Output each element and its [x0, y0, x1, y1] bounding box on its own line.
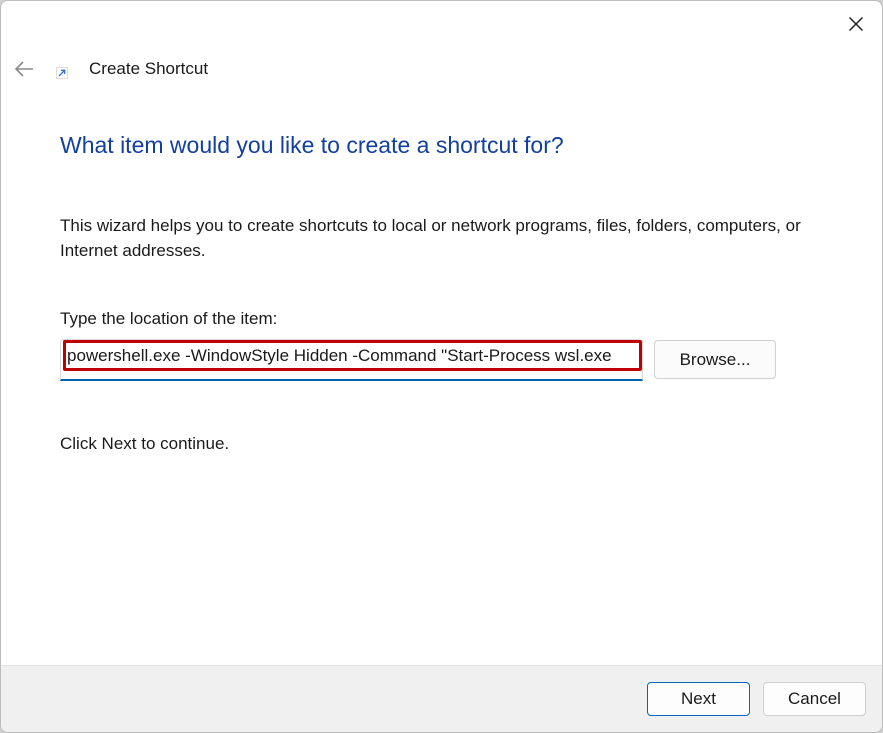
- wizard-title: Create Shortcut: [89, 59, 209, 78]
- browse-button[interactable]: Browse...: [654, 340, 776, 379]
- close-button[interactable]: [830, 1, 882, 47]
- dialog-footer: Next Cancel: [1, 665, 882, 732]
- continue-instruction: Click Next to continue.: [60, 434, 230, 453]
- page-heading: What item would you like to create a sho…: [60, 132, 564, 158]
- shortcut-arrow-icon: [56, 67, 68, 79]
- cancel-button[interactable]: Cancel: [763, 682, 866, 716]
- location-input[interactable]: [67, 342, 635, 369]
- location-field[interactable]: [60, 339, 643, 381]
- close-icon: [849, 17, 863, 31]
- wizard-nav-row: Create Shortcut: [1, 49, 882, 91]
- title-bar: [1, 1, 882, 47]
- back-arrow-icon: [14, 61, 33, 77]
- create-shortcut-dialog: Create Shortcut What item would you like…: [0, 0, 883, 733]
- location-label: Type the location of the item:: [60, 309, 278, 328]
- back-button[interactable]: [7, 51, 41, 87]
- wizard-description: This wizard helps you to create shortcut…: [60, 216, 801, 260]
- next-button[interactable]: Next: [647, 682, 750, 716]
